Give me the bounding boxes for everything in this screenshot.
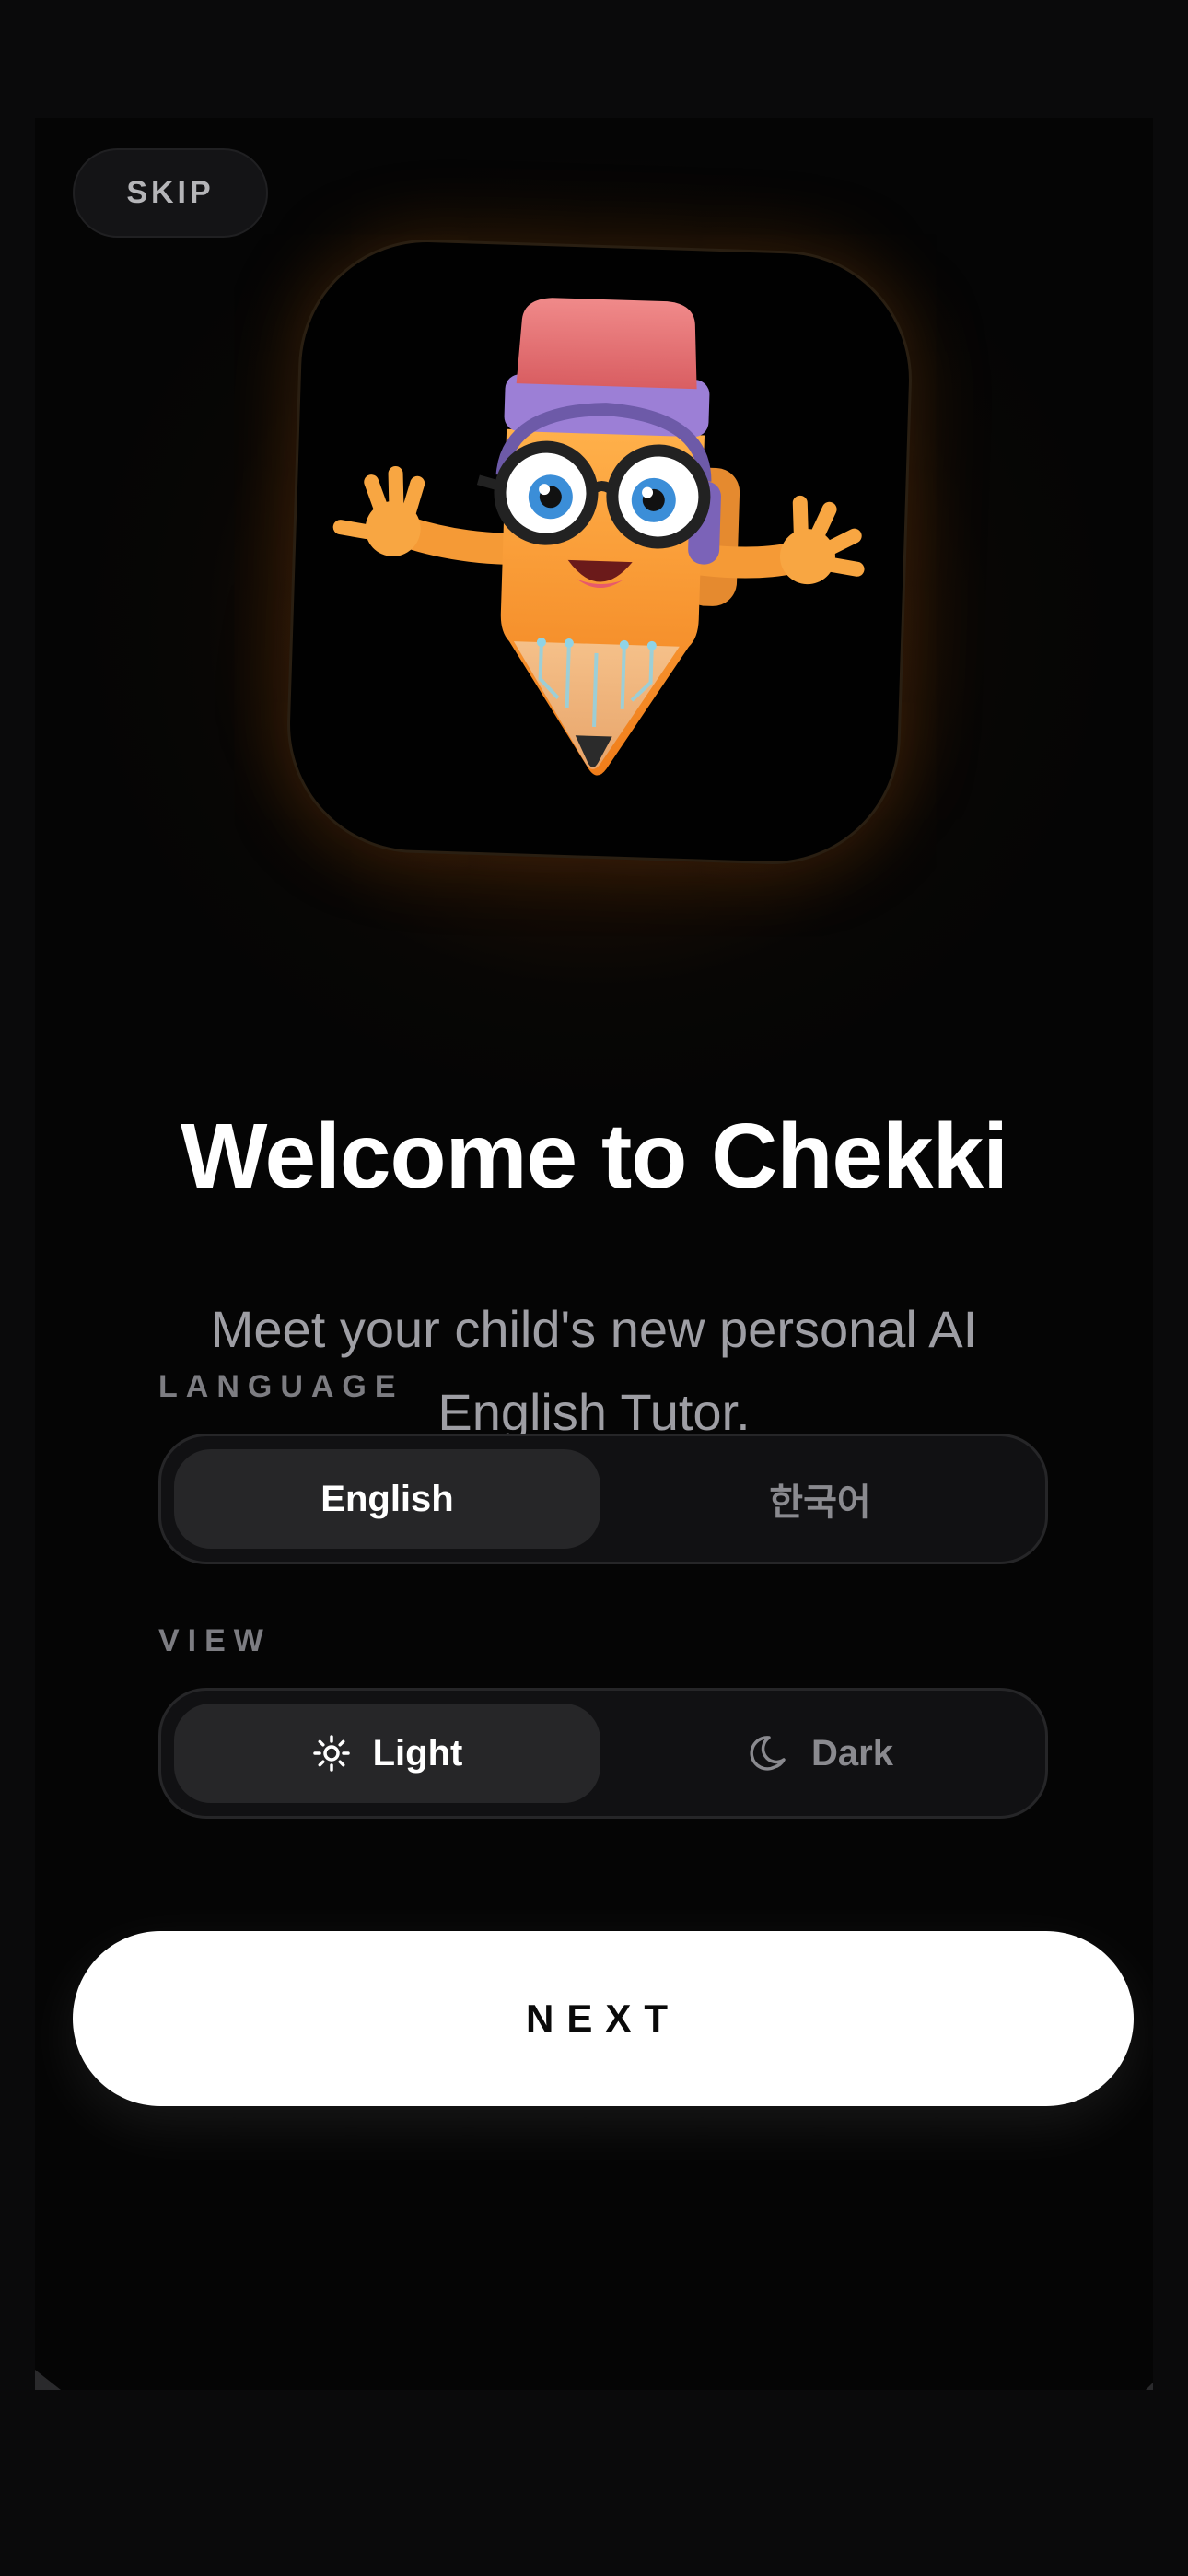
pencil-mascot-illustration	[332, 298, 865, 776]
view-option-light[interactable]: Light	[174, 1704, 600, 1803]
corner-mark-right	[1146, 2383, 1153, 2390]
mascot-card	[283, 235, 916, 869]
language-label: LANGUAGE	[158, 1369, 404, 1404]
welcome-title: Welcome to Chekki	[180, 1105, 1008, 1208]
corner-mark-left	[35, 2370, 61, 2390]
sun-icon	[312, 1734, 351, 1773]
skip-button[interactable]: SKIP	[73, 148, 268, 238]
next-button[interactable]: NEXT	[73, 1931, 1134, 2106]
language-option-korean[interactable]: 한국어	[607, 1449, 1033, 1549]
onboarding-screen: SKIP Welcome to Chekki Meet your child's…	[35, 118, 1153, 2390]
language-option-english[interactable]: English	[174, 1449, 600, 1549]
language-selector: English 한국어	[158, 1434, 1048, 1564]
view-option-dark[interactable]: Dark	[607, 1704, 1033, 1803]
view-label: VIEW	[158, 1623, 272, 1658]
view-option-light-label: Light	[372, 1732, 463, 1774]
view-selector: Light Dark	[158, 1688, 1048, 1819]
moon-icon	[747, 1732, 789, 1774]
view-option-dark-label: Dark	[811, 1732, 893, 1774]
